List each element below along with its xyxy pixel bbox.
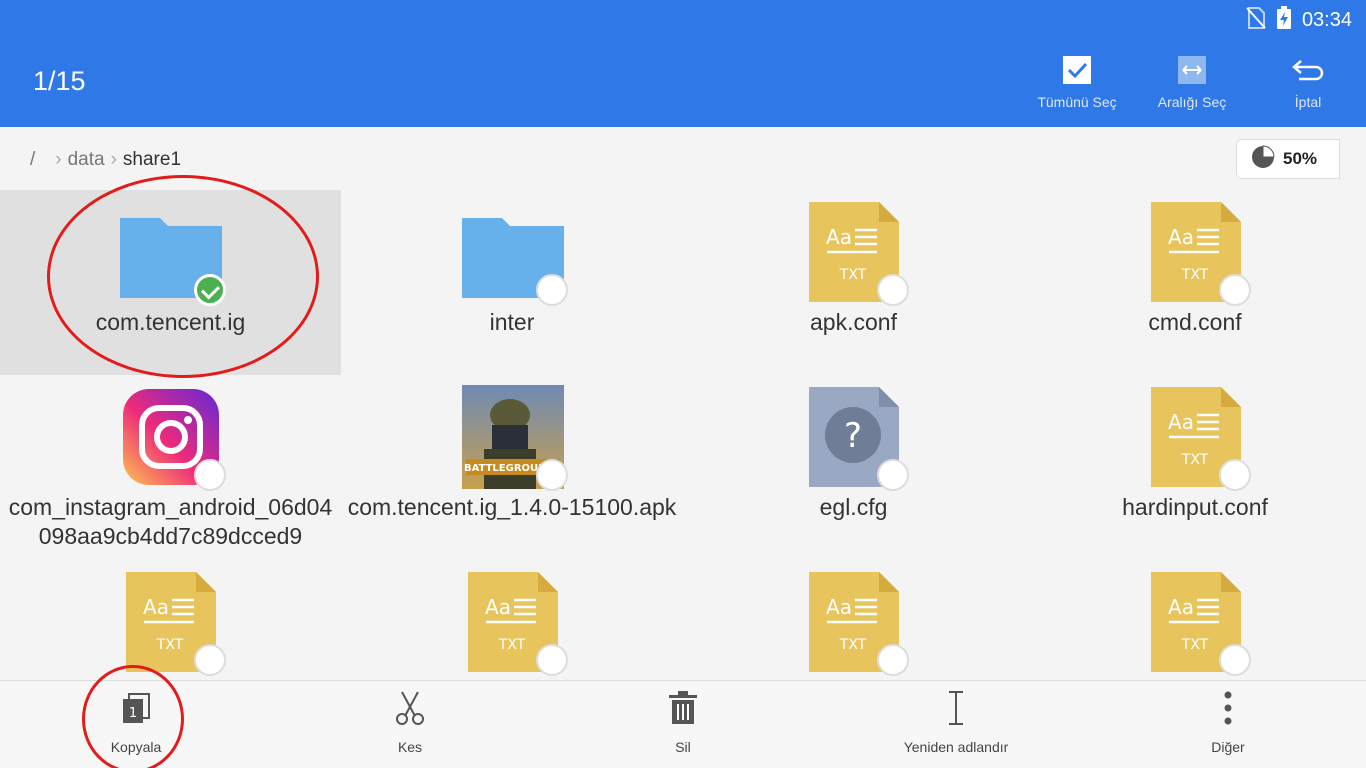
- copy-button[interactable]: 1 Kopyala: [56, 687, 216, 755]
- scissors-icon: [330, 687, 490, 729]
- more-button[interactable]: Diğer: [1148, 687, 1308, 755]
- breadcrumb: / › data › share1: [30, 146, 181, 174]
- file-name: com.tencent.ig: [95, 309, 246, 335]
- file-item[interactable]: Aa TXT: [342, 560, 683, 680]
- file-item[interactable]: com_instagram_android_06d04098aa9cb4dd7c…: [0, 375, 341, 560]
- more-icon: [1148, 687, 1308, 729]
- breadcrumb-data[interactable]: data: [68, 149, 105, 171]
- app-header: 03:34 1/15 Tümünü Seç Aralığı Seç İptal: [0, 0, 1366, 127]
- file-item[interactable]: Aa TXT cmd.conf: [1025, 190, 1366, 375]
- selection-circle[interactable]: [535, 644, 568, 676]
- selection-circle[interactable]: [877, 274, 909, 306]
- copy-icon: 1: [56, 687, 216, 729]
- pie-chart-icon: [1251, 144, 1275, 174]
- svg-text:1: 1: [129, 706, 137, 721]
- unknown-glyph: ?: [844, 416, 862, 456]
- checkmark-selected-icon[interactable]: [194, 274, 226, 306]
- cut-button[interactable]: Kes: [330, 687, 490, 755]
- selection-circle[interactable]: [1218, 459, 1251, 491]
- select-all-icon: [1017, 50, 1137, 90]
- txt-label-top: Aa: [1168, 595, 1194, 619]
- file-name: egl.cfg: [819, 494, 888, 520]
- file-item[interactable]: ? egl.cfg: [683, 375, 1024, 560]
- file-item[interactable]: com.tencent.ig: [0, 190, 341, 375]
- file-item[interactable]: Aa TXT apk.conf: [683, 190, 1024, 375]
- txt-label-bottom: TXT: [1180, 637, 1208, 653]
- txt-label-top: Aa: [1168, 225, 1194, 249]
- txt-label-top: Aa: [826, 225, 852, 249]
- selection-circle[interactable]: [877, 459, 909, 491]
- txt-label-top: Aa: [143, 595, 169, 619]
- delete-button[interactable]: Sil: [603, 687, 763, 755]
- file-item[interactable]: Aa TXT hardinput.conf: [1025, 375, 1366, 560]
- selection-circle[interactable]: [194, 644, 226, 676]
- txt-label-bottom: TXT: [839, 267, 867, 283]
- storage-percent: 50%: [1283, 149, 1318, 168]
- txt-label-bottom: TXT: [156, 637, 184, 653]
- txt-label-top: Aa: [826, 595, 852, 619]
- chevron-right-icon: ›: [55, 149, 62, 170]
- file-item[interactable]: Aa TXT: [0, 560, 341, 680]
- txt-label-bottom: TXT: [1180, 267, 1208, 283]
- storage-usage-button[interactable]: 50%: [1236, 139, 1340, 179]
- chevron-right-icon: ›: [110, 149, 117, 170]
- selection-counter: 1/15: [33, 66, 86, 96]
- file-name: inter: [489, 309, 535, 335]
- selection-circle[interactable]: [535, 274, 568, 306]
- clock: 03:34: [1301, 8, 1352, 31]
- file-name: cmd.conf: [1148, 309, 1242, 335]
- rename-button[interactable]: Yeniden adlandır: [875, 687, 1037, 755]
- selection-circle[interactable]: [877, 644, 909, 676]
- file-name: com.tencent.ig_1.4.0-15100.apk: [347, 494, 677, 520]
- txt-label-bottom: TXT: [839, 637, 867, 653]
- trash-icon: [603, 687, 763, 729]
- selection-circle[interactable]: [194, 459, 226, 491]
- selection-circle[interactable]: [1218, 644, 1251, 676]
- select-all-button[interactable]: Tümünü Seç: [1017, 50, 1137, 110]
- breadcrumb-share1[interactable]: share1: [123, 149, 181, 171]
- file-name: apk.conf: [810, 309, 897, 335]
- bottom-toolbar: 1 Kopyala Kes Sil Yeniden adlandır Diğer: [0, 680, 1366, 768]
- txt-label-bottom: TXT: [497, 637, 525, 653]
- rename-icon: [875, 687, 1037, 729]
- select-range-icon: [1132, 50, 1252, 90]
- selection-circle[interactable]: [1218, 274, 1251, 306]
- file-item[interactable]: inter: [342, 190, 683, 375]
- battery-charging-icon: [1276, 6, 1292, 34]
- no-sim-icon: [1246, 7, 1266, 33]
- select-range-button[interactable]: Aralığı Seç: [1132, 50, 1252, 110]
- status-bar: 03:34: [1246, 6, 1352, 34]
- file-item[interactable]: Aa TXT: [683, 560, 1024, 680]
- txt-label-top: Aa: [1168, 410, 1194, 434]
- cancel-icon: [1248, 50, 1366, 90]
- file-item[interactable]: Aa TXT: [1025, 560, 1366, 680]
- txt-label-bottom: TXT: [1180, 452, 1208, 468]
- selection-circle[interactable]: [535, 459, 568, 491]
- file-grid: com.tencent.ig inter Aa TXT apk.conf Aa TXT cmd…: [0, 190, 1366, 680]
- file-name: com_instagram_android_06d04098aa9cb4dd7c…: [8, 494, 333, 549]
- file-item[interactable]: BATTLEGROUNDS com.tencent.ig_1.4.0-15100.…: [342, 375, 683, 560]
- cancel-button[interactable]: İptal: [1248, 50, 1366, 110]
- txt-label-top: Aa: [485, 595, 511, 619]
- file-name: hardinput.conf: [1122, 494, 1268, 520]
- breadcrumb-root[interactable]: /: [30, 149, 35, 171]
